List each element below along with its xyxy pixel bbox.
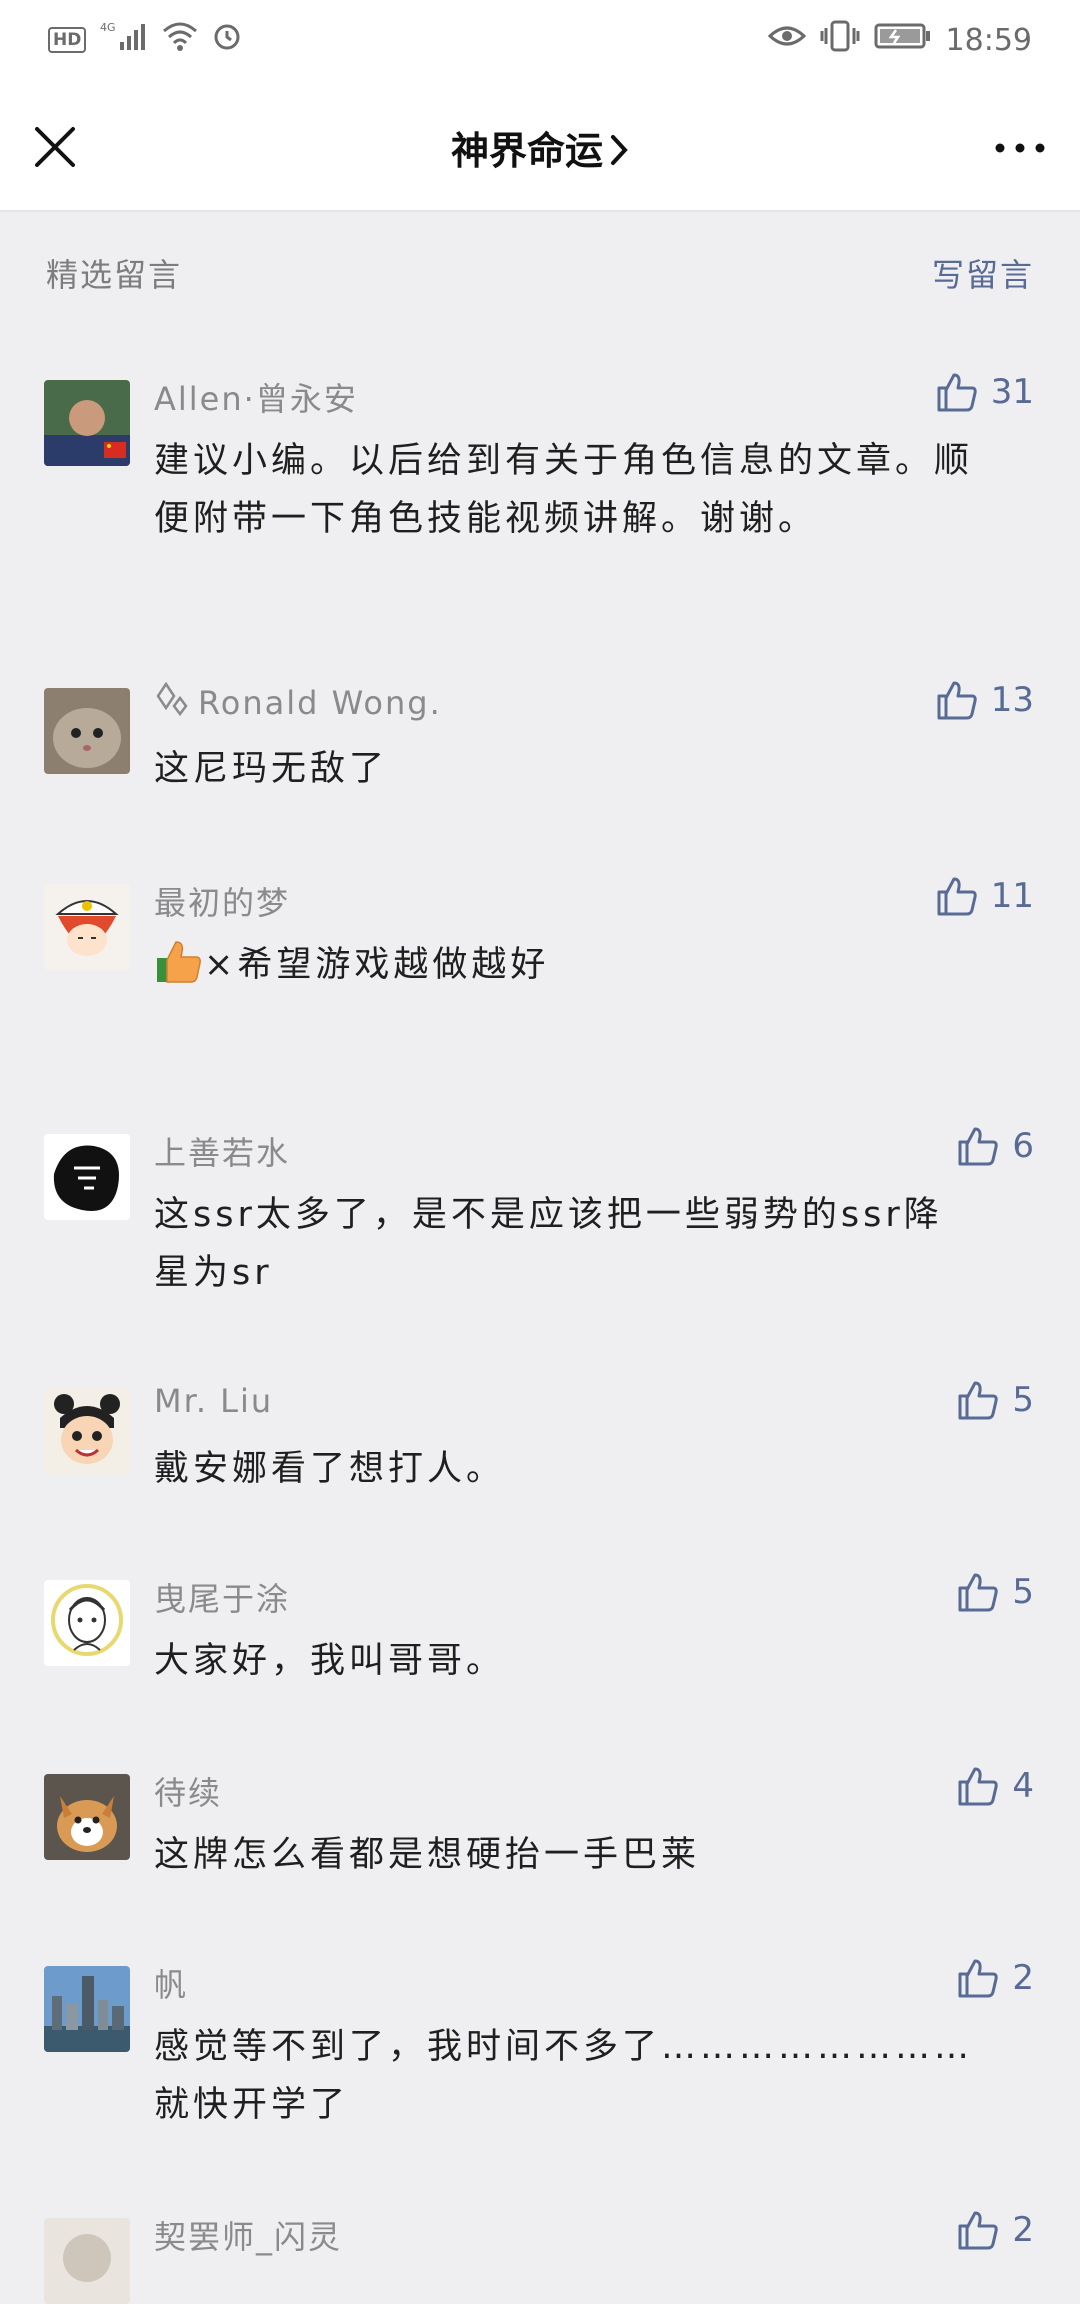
comment-nickname: 待续	[154, 1774, 223, 1812]
battery-icon	[874, 21, 932, 59]
like-button[interactable]: 13	[935, 678, 1034, 722]
status-left: HD 4G	[48, 20, 242, 60]
more-button[interactable]	[990, 128, 1050, 168]
sparkle-icon	[152, 681, 192, 726]
like-count: 6	[1012, 1126, 1034, 1166]
avatar[interactable]	[44, 688, 130, 774]
like-count: 2	[1012, 1958, 1034, 1998]
like-button[interactable]: 5	[956, 1570, 1034, 1614]
signal-icon: 4G	[100, 20, 148, 60]
nav-bar: 神界命运	[0, 80, 1080, 212]
comment-text-row: ×希望游戏越做越好	[154, 936, 974, 994]
eye-icon	[767, 22, 806, 58]
page-title: 神界命运	[450, 129, 603, 173]
like-button[interactable]: 6	[956, 1124, 1034, 1168]
comment-text: ×希望游戏越做越好	[204, 945, 550, 985]
thumbs-up-icon	[958, 1767, 999, 1806]
comment-nickname-text: Ronald Wong.	[198, 684, 442, 722]
comment-nickname: 契罢师_闪灵	[154, 2218, 343, 2256]
thumbs-up-icon	[958, 1573, 999, 1612]
avatar[interactable]	[44, 380, 130, 466]
comment-nickname: Ronald Wong.	[152, 681, 442, 726]
status-right: 18:59	[767, 20, 1032, 60]
comment-nickname: 帆	[154, 1966, 189, 2004]
like-button[interactable]: 2	[956, 2208, 1034, 2252]
more-icon	[995, 143, 1045, 153]
comments-header: 精选留言 写留言	[0, 212, 1080, 332]
avatar[interactable]	[44, 1580, 130, 1666]
comment-text: 感觉等不到了，我时间不多了……………………就快开学了	[154, 2027, 974, 2125]
avatar[interactable]	[44, 1774, 130, 1860]
like-count: 5	[1012, 1380, 1034, 1420]
alarm-icon	[212, 21, 242, 59]
like-button[interactable]: 31	[935, 370, 1034, 414]
status-bar: HD 4G 18:59	[0, 0, 1080, 80]
comment-nickname: Mr. Liu	[154, 1382, 274, 1420]
thumbs-up-emoji-icon	[154, 936, 204, 986]
thumbs-up-icon	[937, 681, 977, 720]
like-count: 4	[1012, 1766, 1034, 1806]
comment-text: 这ssr太多了，是不是应该把一些弱势的ssr降星为sr	[154, 1195, 943, 1293]
avatar[interactable]	[44, 884, 130, 970]
comment-text: 戴安娜看了想打人。	[154, 1449, 506, 1489]
comment-text: 这尼玛无敌了	[154, 749, 389, 789]
like-button[interactable]: 5	[956, 1378, 1034, 1422]
like-count: 13	[990, 680, 1034, 720]
thumbs-up-icon	[958, 1959, 999, 1998]
account-title-link[interactable]: 神界命运	[0, 120, 1080, 176]
clock: 18:59	[945, 22, 1032, 58]
comment-nickname: 最初的梦	[154, 884, 291, 922]
like-count: 11	[990, 876, 1034, 916]
thumbs-up-icon	[937, 877, 977, 916]
wifi-icon	[162, 21, 198, 59]
avatar[interactable]	[44, 1134, 130, 1220]
like-count: 31	[990, 372, 1034, 412]
comment-text: 建议小编。以后给到有关于角色信息的文章。顺便附带一下角色技能视频讲解。谢谢。	[154, 441, 974, 539]
comment-text: 大家好，我叫哥哥。	[154, 1641, 506, 1681]
avatar[interactable]	[44, 1966, 130, 2052]
like-count: 5	[1012, 1572, 1034, 1612]
like-button[interactable]: 4	[956, 1764, 1034, 1808]
comment-text: 这牌怎么看都是想硬抬一手巴莱	[154, 1835, 701, 1875]
network-type: 4G	[100, 21, 116, 34]
like-button[interactable]: 11	[935, 874, 1034, 918]
avatar[interactable]	[44, 2218, 130, 2304]
hd-badge: HD	[48, 27, 87, 53]
like-button[interactable]: 2	[956, 1956, 1034, 2000]
vibrate-icon	[820, 20, 860, 60]
avatar[interactable]	[44, 1388, 130, 1474]
chevron-right-icon	[609, 132, 629, 176]
comment-nickname: 上善若水	[154, 1134, 291, 1172]
write-comment-button[interactable]: 写留言	[932, 250, 1034, 332]
thumbs-up-icon	[958, 2211, 999, 2250]
like-count: 2	[1012, 2210, 1034, 2250]
thumbs-up-icon	[958, 1381, 999, 1420]
thumbs-up-icon	[937, 373, 977, 412]
section-title: 精选留言	[46, 256, 183, 294]
comment-nickname: 曳尾于涂	[154, 1580, 291, 1618]
thumbs-up-icon	[958, 1127, 999, 1166]
comment-nickname: Allen·曾永安	[154, 380, 358, 418]
